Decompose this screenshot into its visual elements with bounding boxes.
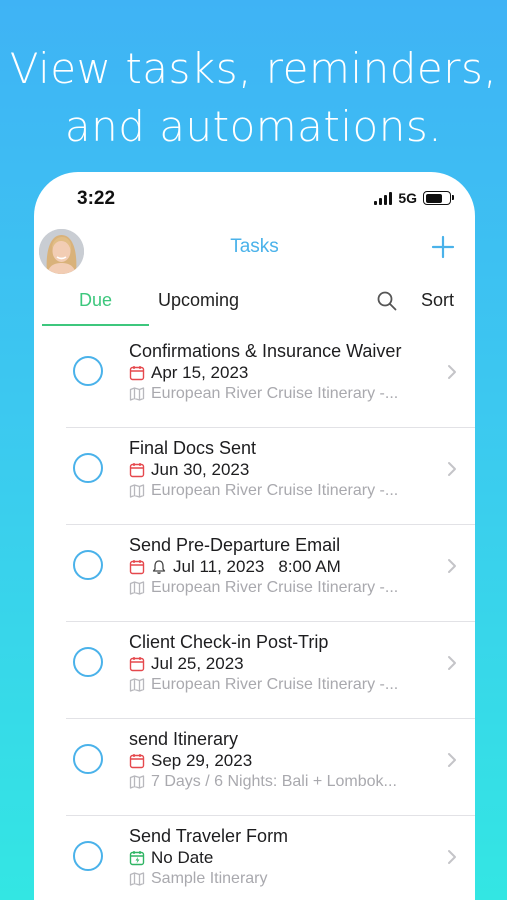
task-title: Send Pre-Departure Email: [129, 535, 341, 555]
calendar-icon: [129, 463, 145, 478]
network-type: 5G: [398, 190, 417, 206]
complete-task-checkbox[interactable]: [73, 356, 103, 386]
task-title: Client Check-in Post-Trip: [129, 632, 329, 652]
headline: View tasks, reminders, and automations.: [0, 40, 507, 156]
chevron-right-icon: [448, 850, 456, 864]
calendar-icon: [129, 754, 145, 769]
task-row[interactable]: Send Pre-Departure Email Jul 11, 2023 8:…: [34, 525, 475, 622]
task-title: Confirmations & Insurance Waiver: [129, 341, 402, 361]
task-itinerary: European River Cruise Itinerary -...: [151, 482, 399, 499]
map-icon: [129, 387, 145, 401]
status-bar: 3:22 5G: [34, 172, 475, 224]
task-date-line: No Date: [129, 848, 213, 868]
add-task-button[interactable]: [431, 235, 455, 259]
task-itinerary-line: 7 Days / 6 Nights: Bali + Lombok...: [129, 773, 397, 791]
task-title: Final Docs Sent: [129, 438, 257, 458]
plus-icon: [431, 235, 455, 259]
task-list: Confirmations & Insurance Waiver Apr 15,…: [34, 331, 475, 900]
task-itinerary: Sample Itinerary: [151, 870, 268, 887]
task-reminder-time: 8:00 AM: [278, 557, 341, 576]
map-icon: [129, 484, 145, 498]
tab-due[interactable]: Due: [42, 282, 149, 326]
task-due-date: Jun 30, 2023: [151, 460, 250, 479]
task-title: Send Traveler Form: [129, 826, 289, 846]
task-itinerary: 7 Days / 6 Nights: Bali + Lombok...: [151, 773, 397, 790]
task-itinerary-line: European River Cruise Itinerary -...: [129, 385, 398, 403]
calendar-icon: [129, 657, 145, 672]
task-itinerary-line: Sample Itinerary: [129, 870, 268, 888]
task-row[interactable]: Send Traveler Form No Date Sample Itiner…: [34, 816, 475, 900]
task-row[interactable]: Client Check-in Post-Trip Jul 25, 2023 E…: [34, 622, 475, 719]
task-date-line: Jul 25, 2023: [129, 654, 244, 674]
task-due-date: Jul 11, 2023: [173, 557, 265, 576]
search-button[interactable]: [376, 290, 398, 312]
chevron-right-icon: [448, 365, 456, 379]
task-itinerary: European River Cruise Itinerary -...: [151, 579, 399, 596]
task-row[interactable]: Final Docs Sent Jun 30, 2023 European Ri…: [34, 428, 475, 525]
task-title: send Itinerary: [129, 729, 239, 749]
task-due-date: Sep 29, 2023: [151, 751, 253, 770]
task-itinerary-line: European River Cruise Itinerary -...: [129, 482, 398, 500]
chevron-right-icon: [448, 656, 456, 670]
map-icon: [129, 775, 145, 789]
calendar-icon: [129, 366, 145, 381]
complete-task-checkbox[interactable]: [73, 550, 103, 580]
task-date-line: Jul 11, 2023 8:00 AM: [129, 557, 341, 577]
task-itinerary: European River Cruise Itinerary -...: [151, 676, 399, 693]
chevron-right-icon: [448, 559, 456, 573]
chevron-right-icon: [448, 753, 456, 767]
search-icon: [377, 291, 397, 311]
task-date-line: Sep 29, 2023: [129, 751, 252, 771]
headline-line-2: and automations.: [64, 102, 443, 151]
battery-icon: [423, 191, 454, 205]
status-indicators: 5G: [374, 190, 454, 206]
status-time: 3:22: [77, 188, 116, 209]
bell-icon: [152, 560, 166, 574]
task-due-date: Apr 15, 2023: [151, 363, 249, 382]
complete-task-checkbox[interactable]: [73, 841, 103, 871]
map-icon: [129, 678, 145, 692]
task-itinerary-line: European River Cruise Itinerary -...: [129, 676, 398, 694]
sort-button[interactable]: Sort: [421, 282, 454, 318]
calendar-bolt-icon: [129, 851, 145, 866]
task-due-date: No Date: [151, 848, 214, 867]
page-title: Tasks: [230, 236, 279, 257]
headline-line-1: View tasks, reminders,: [9, 44, 498, 93]
complete-task-checkbox[interactable]: [73, 744, 103, 774]
complete-task-checkbox[interactable]: [73, 453, 103, 483]
task-date-line: Apr 15, 2023: [129, 363, 248, 383]
task-itinerary-line: European River Cruise Itinerary -...: [129, 579, 398, 597]
calendar-icon: [129, 560, 145, 575]
phone-screen: 3:22 5G Tasks Due Upcoming Sort Confirma…: [34, 172, 475, 900]
map-icon: [129, 872, 145, 886]
chevron-right-icon: [448, 462, 456, 476]
task-date-line: Jun 30, 2023: [129, 460, 249, 480]
task-itinerary: European River Cruise Itinerary -...: [151, 385, 399, 402]
task-row[interactable]: send Itinerary Sep 29, 2023 7 Days / 6 N…: [34, 719, 475, 816]
complete-task-checkbox[interactable]: [73, 647, 103, 677]
signal-icon: [374, 191, 393, 205]
tab-upcoming[interactable]: Upcoming: [158, 282, 239, 318]
task-due-date: Jul 25, 2023: [151, 654, 244, 673]
task-row[interactable]: Confirmations & Insurance Waiver Apr 15,…: [34, 331, 475, 428]
task-tabs: Due Upcoming Sort: [34, 282, 475, 328]
map-icon: [129, 581, 145, 595]
